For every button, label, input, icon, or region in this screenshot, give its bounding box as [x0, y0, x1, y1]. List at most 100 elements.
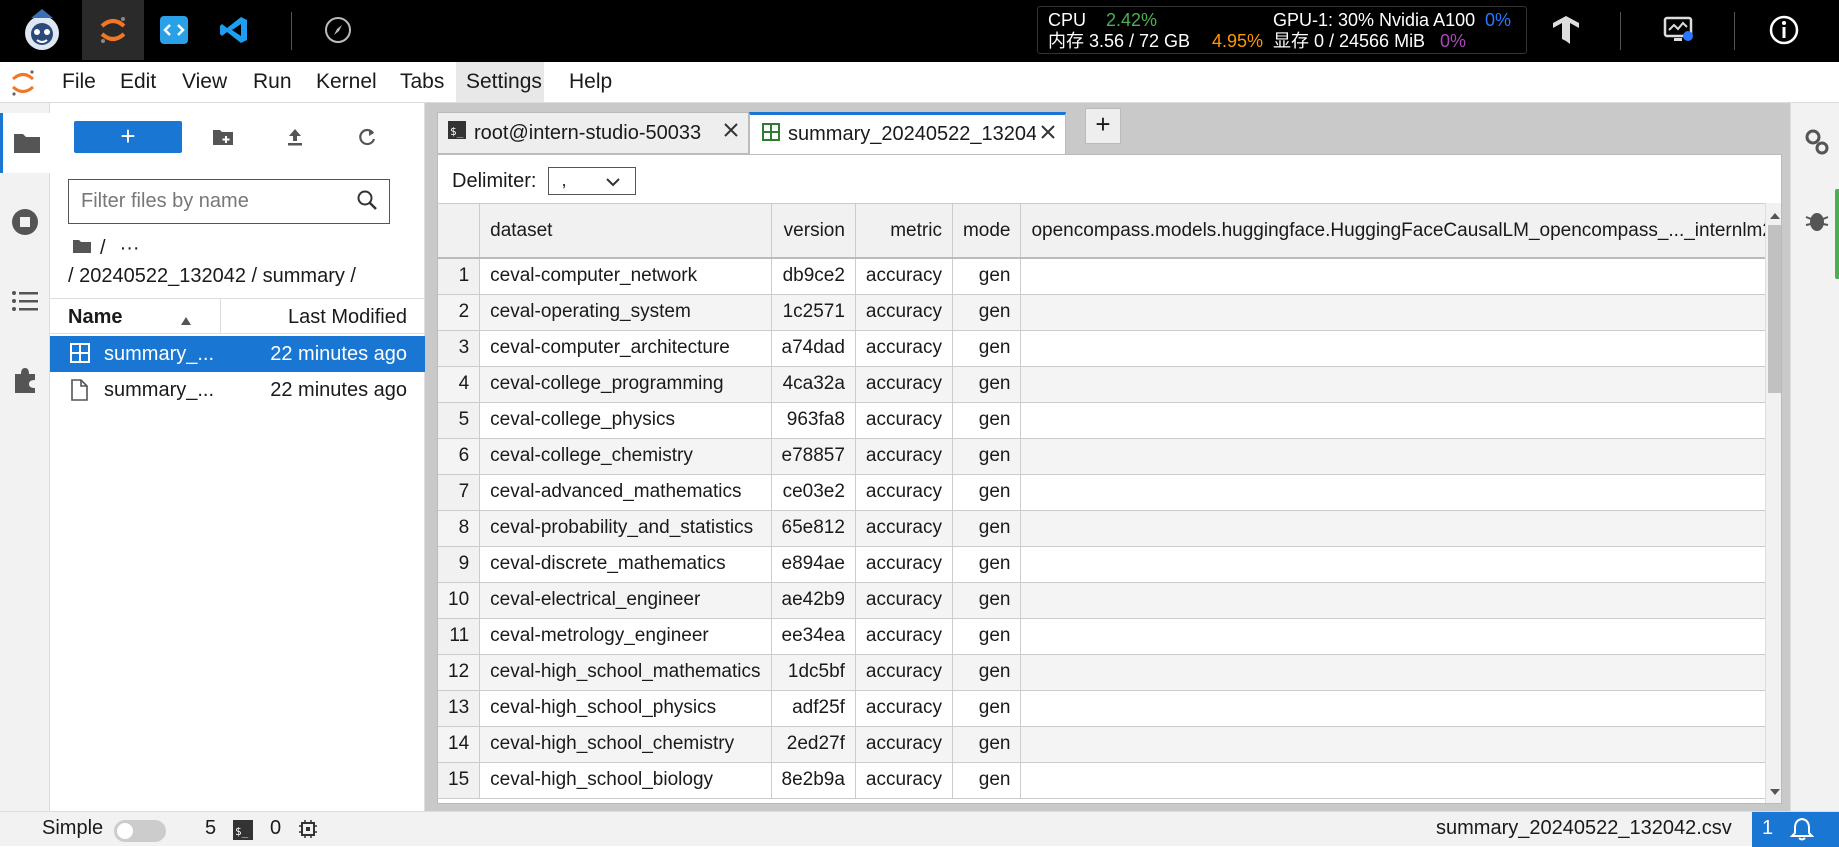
delimiter-select[interactable]: , — [548, 167, 637, 195]
kernel-count[interactable]: 5 — [205, 817, 216, 840]
extensions-icon[interactable] — [0, 350, 50, 410]
table-cell[interactable]: accuracy — [855, 258, 953, 295]
table-cell[interactable]: ee34ea — [771, 618, 856, 655]
table-cell[interactable]: 16.67 — [1020, 654, 1765, 691]
tab-csv[interactable]: summary_20240522_132042.csv — [749, 112, 1066, 154]
table-row[interactable]: 7 ceval-advanced_mathematics ce03e2 accurac… — [438, 474, 1765, 511]
table-cell[interactable]: ceval-operating_system — [479, 294, 772, 331]
table-cell[interactable]: accuracy — [855, 582, 953, 619]
table-cell[interactable]: gen — [952, 330, 1022, 367]
table-cell[interactable]: 963fa8 — [771, 402, 856, 439]
table-cell[interactable]: 38.89 — [1020, 510, 1765, 547]
table-cell[interactable]: gen — [952, 366, 1022, 403]
table-cell[interactable]: 1c2571 — [771, 294, 856, 331]
vertical-scrollbar[interactable] — [1765, 203, 1781, 803]
table-cell[interactable]: 27.03 — [1020, 582, 1765, 619]
table-cell[interactable]: accuracy — [855, 366, 953, 403]
table-row[interactable]: 1 ceval-computer_network db9ce2 accuracy gen… — [438, 258, 1765, 295]
table-row[interactable]: 14 ceval-high_school_chemistry 2ed27f accur… — [438, 726, 1765, 763]
jupyter-icon[interactable] — [82, 0, 144, 60]
table-cell[interactable]: accuracy — [855, 618, 953, 655]
table-row[interactable]: 8 ceval-probability_and_statistics 65e812 a… — [438, 510, 1765, 547]
table-cell[interactable]: ceval-advanced_mathematics — [479, 474, 772, 511]
menu-help[interactable]: Help — [559, 62, 622, 102]
table-cell[interactable]: db9ce2 — [771, 258, 856, 295]
menu-kernel[interactable]: Kernel — [306, 62, 387, 102]
running-kernels-icon[interactable] — [0, 192, 50, 252]
close-icon[interactable] — [722, 121, 740, 145]
table-cell[interactable]: accuracy — [855, 330, 953, 367]
table-cell[interactable]: ceval-discrete_mathematics — [479, 546, 772, 583]
table-of-contents-icon[interactable] — [0, 271, 50, 331]
new-launcher-button[interactable]: + — [74, 121, 182, 153]
property-inspector-icon[interactable] — [1804, 128, 1830, 161]
table-cell[interactable]: ceval-high_school_chemistry — [479, 726, 772, 763]
table-cell[interactable]: accuracy — [855, 474, 953, 511]
simple-mode-toggle[interactable] — [114, 820, 166, 842]
table-row[interactable]: 11 ceval-metrology_engineer ee34ea accuracy… — [438, 618, 1765, 655]
close-icon[interactable] — [1039, 123, 1057, 147]
tab-terminal[interactable]: $_ root@intern-studio-50033 — [437, 112, 749, 154]
table-cell[interactable]: 47.37 — [1020, 258, 1765, 295]
table-row[interactable]: 5ceval-college_physics963fa8accuracygen4… — [438, 402, 1765, 439]
table-cell[interactable]: gen — [952, 582, 1022, 619]
table-cell[interactable]: gen — [952, 762, 1022, 799]
upload-icon[interactable] — [275, 121, 315, 153]
table-row[interactable]: 15 ceval-high_school_biology 8e2b9a accurac… — [438, 762, 1765, 799]
table-cell[interactable]: 33.33 — [1020, 438, 1765, 475]
table-cell[interactable]: a74dad — [771, 330, 856, 367]
table-cell[interactable]: ceval-high_school_physics — [479, 690, 772, 727]
scrollbar-thumb[interactable] — [1768, 225, 1781, 393]
table-cell[interactable]: accuracy — [855, 654, 953, 691]
table-cell[interactable]: ceval-electrical_engineer — [479, 582, 772, 619]
column-header[interactable]: dataset — [479, 204, 772, 259]
debugger-icon[interactable] — [1804, 207, 1830, 238]
table-row[interactable]: 9 ceval-discrete_mathematics e894ae accurac… — [438, 546, 1765, 583]
breadcrumb-root[interactable]: / — [100, 237, 106, 260]
table-cell[interactable]: accuracy — [855, 762, 953, 799]
code-editor-icon[interactable] — [150, 0, 198, 60]
column-name[interactable]: Name — [68, 306, 122, 329]
table-cell[interactable]: 23.81 — [1020, 330, 1765, 367]
table-cell[interactable]: accuracy — [855, 546, 953, 583]
terminal-icon[interactable]: $_ — [233, 820, 253, 846]
vscode-icon[interactable] — [210, 0, 258, 60]
data-grid[interactable]: dataset version metric mode opencompass.… — [438, 203, 1765, 803]
table-cell[interactable]: 8e2b9a — [771, 762, 856, 799]
table-row[interactable]: 10 ceval-electrical_engineer ae42b9 accurac… — [438, 582, 1765, 619]
compass-icon[interactable] — [314, 0, 362, 60]
breadcrumb-path[interactable]: / 20240522_132042 / summary / — [68, 265, 356, 288]
table-cell[interactable]: accuracy — [855, 690, 953, 727]
table-cell[interactable]: 42.11 — [1020, 402, 1765, 439]
table-row[interactable]: 12 ceval-high_school_mathematics 1dc5bf acc… — [438, 654, 1765, 691]
table-cell[interactable]: ceval-probability_and_statistics — [479, 510, 772, 547]
table-cell[interactable]: accuracy — [855, 438, 953, 475]
table-cell[interactable]: ceval-computer_architecture — [479, 330, 772, 367]
filter-files-input[interactable] — [68, 179, 390, 224]
table-row[interactable]: 3 ceval-computer_architecture a74dad accura… — [438, 330, 1765, 367]
info-icon[interactable] — [1760, 0, 1808, 60]
table-cell[interactable]: adf25f — [771, 690, 856, 727]
menu-tabs[interactable]: Tabs — [390, 62, 454, 102]
table-cell[interactable]: ceval-metrology_engineer — [479, 618, 772, 655]
table-cell[interactable]: accuracy — [855, 510, 953, 547]
table-cell[interactable]: gen — [952, 510, 1022, 547]
table-cell[interactable]: gen — [952, 474, 1022, 511]
tensorflow-icon[interactable] — [1542, 0, 1590, 60]
file-row[interactable]: summary_... 22 minutes ago — [50, 372, 425, 408]
column-last-modified[interactable]: Last Modified — [288, 306, 407, 329]
column-header[interactable]: version — [771, 204, 856, 259]
column-header[interactable]: mode — [952, 204, 1022, 259]
menu-settings[interactable]: Settings — [456, 62, 544, 102]
table-cell[interactable]: ceval-college_chemistry — [479, 438, 772, 475]
table-cell[interactable]: ceval-college_programming — [479, 366, 772, 403]
table-cell[interactable]: gen — [952, 546, 1022, 583]
sort-ascending-icon[interactable] — [180, 309, 192, 332]
scroll-up-icon[interactable] — [1769, 207, 1781, 225]
table-cell[interactable]: ae42b9 — [771, 582, 856, 619]
table-row[interactable]: 6 ceval-college_chemistry e78857 accuracy ge… — [438, 438, 1765, 475]
breadcrumb-more[interactable]: ··· — [120, 237, 140, 260]
table-cell[interactable]: 65e812 — [771, 510, 856, 547]
table-cell[interactable]: 10.53 — [1020, 474, 1765, 511]
new-folder-icon[interactable] — [203, 121, 243, 153]
